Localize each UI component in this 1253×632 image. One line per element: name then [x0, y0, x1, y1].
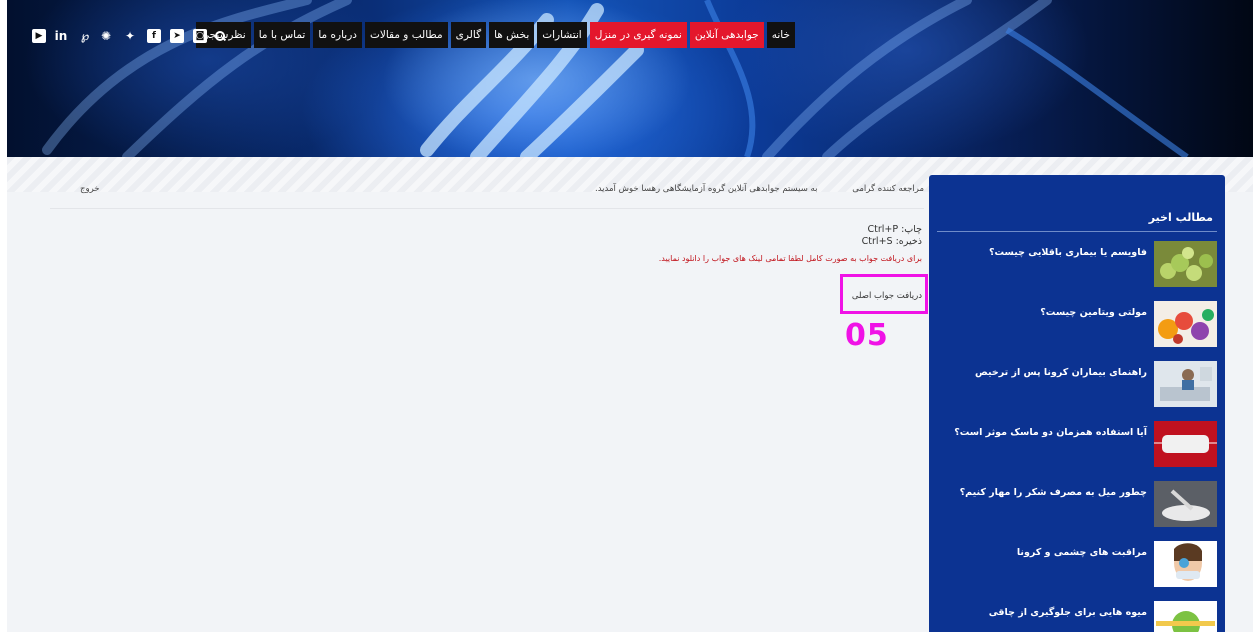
answer-highlight-box: دریافت جواب اصلی [840, 274, 928, 314]
nav-item[interactable]: انتشارات [537, 22, 587, 48]
nav-item[interactable]: مطالب و مقالات [364, 22, 448, 48]
greeting-label: مراجعه کننده گرامی [852, 184, 924, 194]
step-number-annotation: 05 [845, 318, 889, 353]
search-icon[interactable] [214, 30, 226, 42]
logout-link[interactable]: خروج [80, 184, 100, 194]
nav-item[interactable]: جوابدهی آنلاین [689, 22, 764, 48]
instagram-icon[interactable]: ◙ [193, 29, 207, 43]
post-item[interactable]: مراقبت های چشمی و کرونا [937, 541, 1217, 591]
post-title[interactable]: فاویسم یا بیماری باقلایی چیست؟ [989, 247, 1147, 258]
nav-item[interactable]: بخش ها [489, 22, 535, 48]
post-thumbnail-mask[interactable] [1154, 421, 1217, 467]
aparat-icon[interactable]: ✺ [99, 29, 113, 43]
nav-item[interactable]: گالری [450, 22, 487, 48]
post-item[interactable]: آیا استفاده همزمان دو ماسک موثر است؟ [937, 421, 1217, 471]
post-title[interactable]: مراقبت های چشمی و کرونا [1017, 547, 1147, 558]
divider [937, 231, 1217, 232]
post-title[interactable]: میوه هایی برای جلوگیری از چاقی [989, 607, 1147, 618]
print-shortcut: چاپ: Ctrl+P [867, 224, 922, 235]
twitter-icon[interactable]: ✦ [123, 29, 137, 43]
post-thumbnail-eye-care[interactable] [1154, 541, 1217, 587]
post-thumbnail-patient[interactable] [1154, 361, 1217, 407]
save-shortcut: ذخیره: Ctrl+S [861, 236, 922, 247]
sidebar-title: مطالب اخیر [1148, 211, 1213, 224]
post-item[interactable]: راهنمای بیماران کرونا پس از ترخیص [937, 361, 1217, 411]
linkedin-icon[interactable]: in [54, 29, 68, 43]
post-title[interactable]: راهنمای بیماران کرونا پس از ترخیص [975, 367, 1147, 378]
post-thumbnail-fava-beans[interactable] [1154, 241, 1217, 287]
welcome-bar: خروج به سیستم جوابدهی آنلاین گروه آزمایش… [50, 184, 924, 196]
download-note: برای دریافت جواب به صورت کامل لطفا تمامی… [658, 254, 922, 263]
youtube-icon[interactable]: ▶ [32, 29, 46, 43]
post-item[interactable]: میوه هایی برای جلوگیری از چاقی [937, 601, 1217, 632]
main-answer-link[interactable]: دریافت جواب اصلی [852, 291, 922, 301]
nav-item[interactable]: خانه [766, 22, 795, 48]
welcome-message: به سیستم جوابدهی آنلاین گروه آزمایشگاهی … [595, 184, 818, 194]
post-item[interactable]: مولتی ویتامین چیست؟ [937, 301, 1217, 351]
divider [50, 208, 924, 209]
pinterest-icon[interactable]: ℘ [78, 29, 92, 43]
post-thumbnail-apple[interactable] [1154, 601, 1217, 632]
post-thumbnail-sugar[interactable] [1154, 481, 1217, 527]
post-title[interactable]: آیا استفاده همزمان دو ماسک موثر است؟ [954, 427, 1147, 438]
telegram-icon[interactable]: ➤ [170, 29, 184, 43]
post-title[interactable]: مولتی ویتامین چیست؟ [1040, 307, 1147, 318]
post-item[interactable]: چطور میل به مصرف شکر را مهار کنیم؟ [937, 481, 1217, 531]
nav-item[interactable]: تماس با ما [253, 22, 311, 48]
nav-item[interactable]: نمونه گیری در منزل [589, 22, 687, 48]
post-title[interactable]: چطور میل به مصرف شکر را مهار کنیم؟ [960, 487, 1147, 498]
post-item[interactable]: فاویسم یا بیماری باقلایی چیست؟ [937, 241, 1217, 291]
nav-item[interactable]: درباره ما [313, 22, 362, 48]
post-thumbnail-fruits[interactable] [1154, 301, 1217, 347]
main-nav: خانه جوابدهی آنلاین نمونه گیری در منزل انتش… [195, 22, 795, 48]
facebook-icon[interactable]: f [147, 29, 161, 43]
recent-posts-sidebar: مطالب اخیر فاویسم یا بیماری باقلایی چیست… [929, 175, 1225, 632]
